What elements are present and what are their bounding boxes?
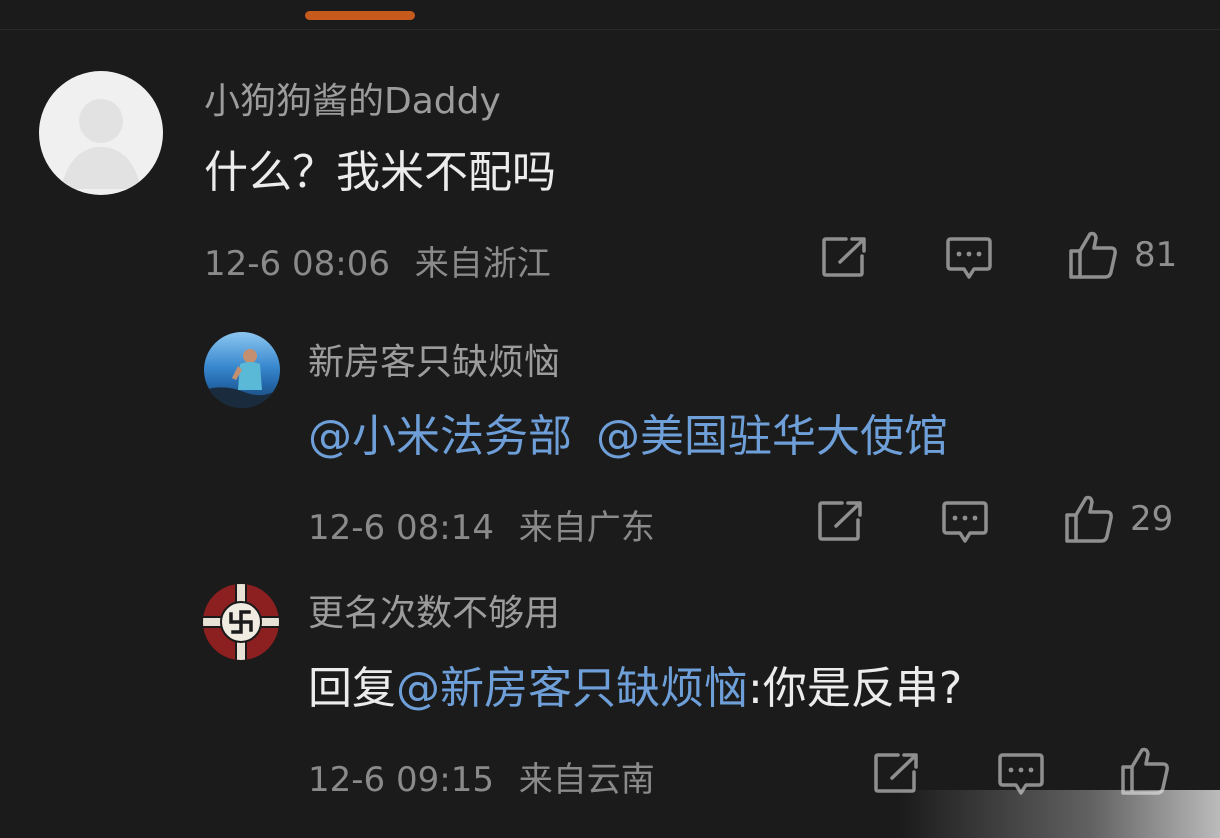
flag-emblem-icon xyxy=(203,584,279,660)
location: 来自云南 xyxy=(518,760,655,800)
comment-text: 回复@新房客只缺烦恼:你是反串? xyxy=(308,652,962,716)
timestamp: 12-6 09:15 xyxy=(308,760,494,800)
watermark-overlay xyxy=(900,790,1220,838)
username[interactable]: 更名次数不够用 xyxy=(308,584,560,636)
share-icon xyxy=(874,753,918,793)
like-button[interactable] xyxy=(1120,746,1186,796)
avatar[interactable] xyxy=(203,584,279,660)
comment-meta: 12-6 09:15 来自云南 xyxy=(308,752,655,801)
thumbs-up-icon xyxy=(1121,747,1169,795)
reply-prefix: 回复 xyxy=(308,663,396,714)
comment-item: 更名次数不够用 回复@新房客只缺烦恼:你是反串? 12-6 09:15 来自云南 xyxy=(0,0,1220,830)
mention-link[interactable]: @新房客只缺烦恼 xyxy=(396,663,748,714)
share-button[interactable] xyxy=(874,752,920,794)
reply-text: :你是反串? xyxy=(748,663,963,714)
